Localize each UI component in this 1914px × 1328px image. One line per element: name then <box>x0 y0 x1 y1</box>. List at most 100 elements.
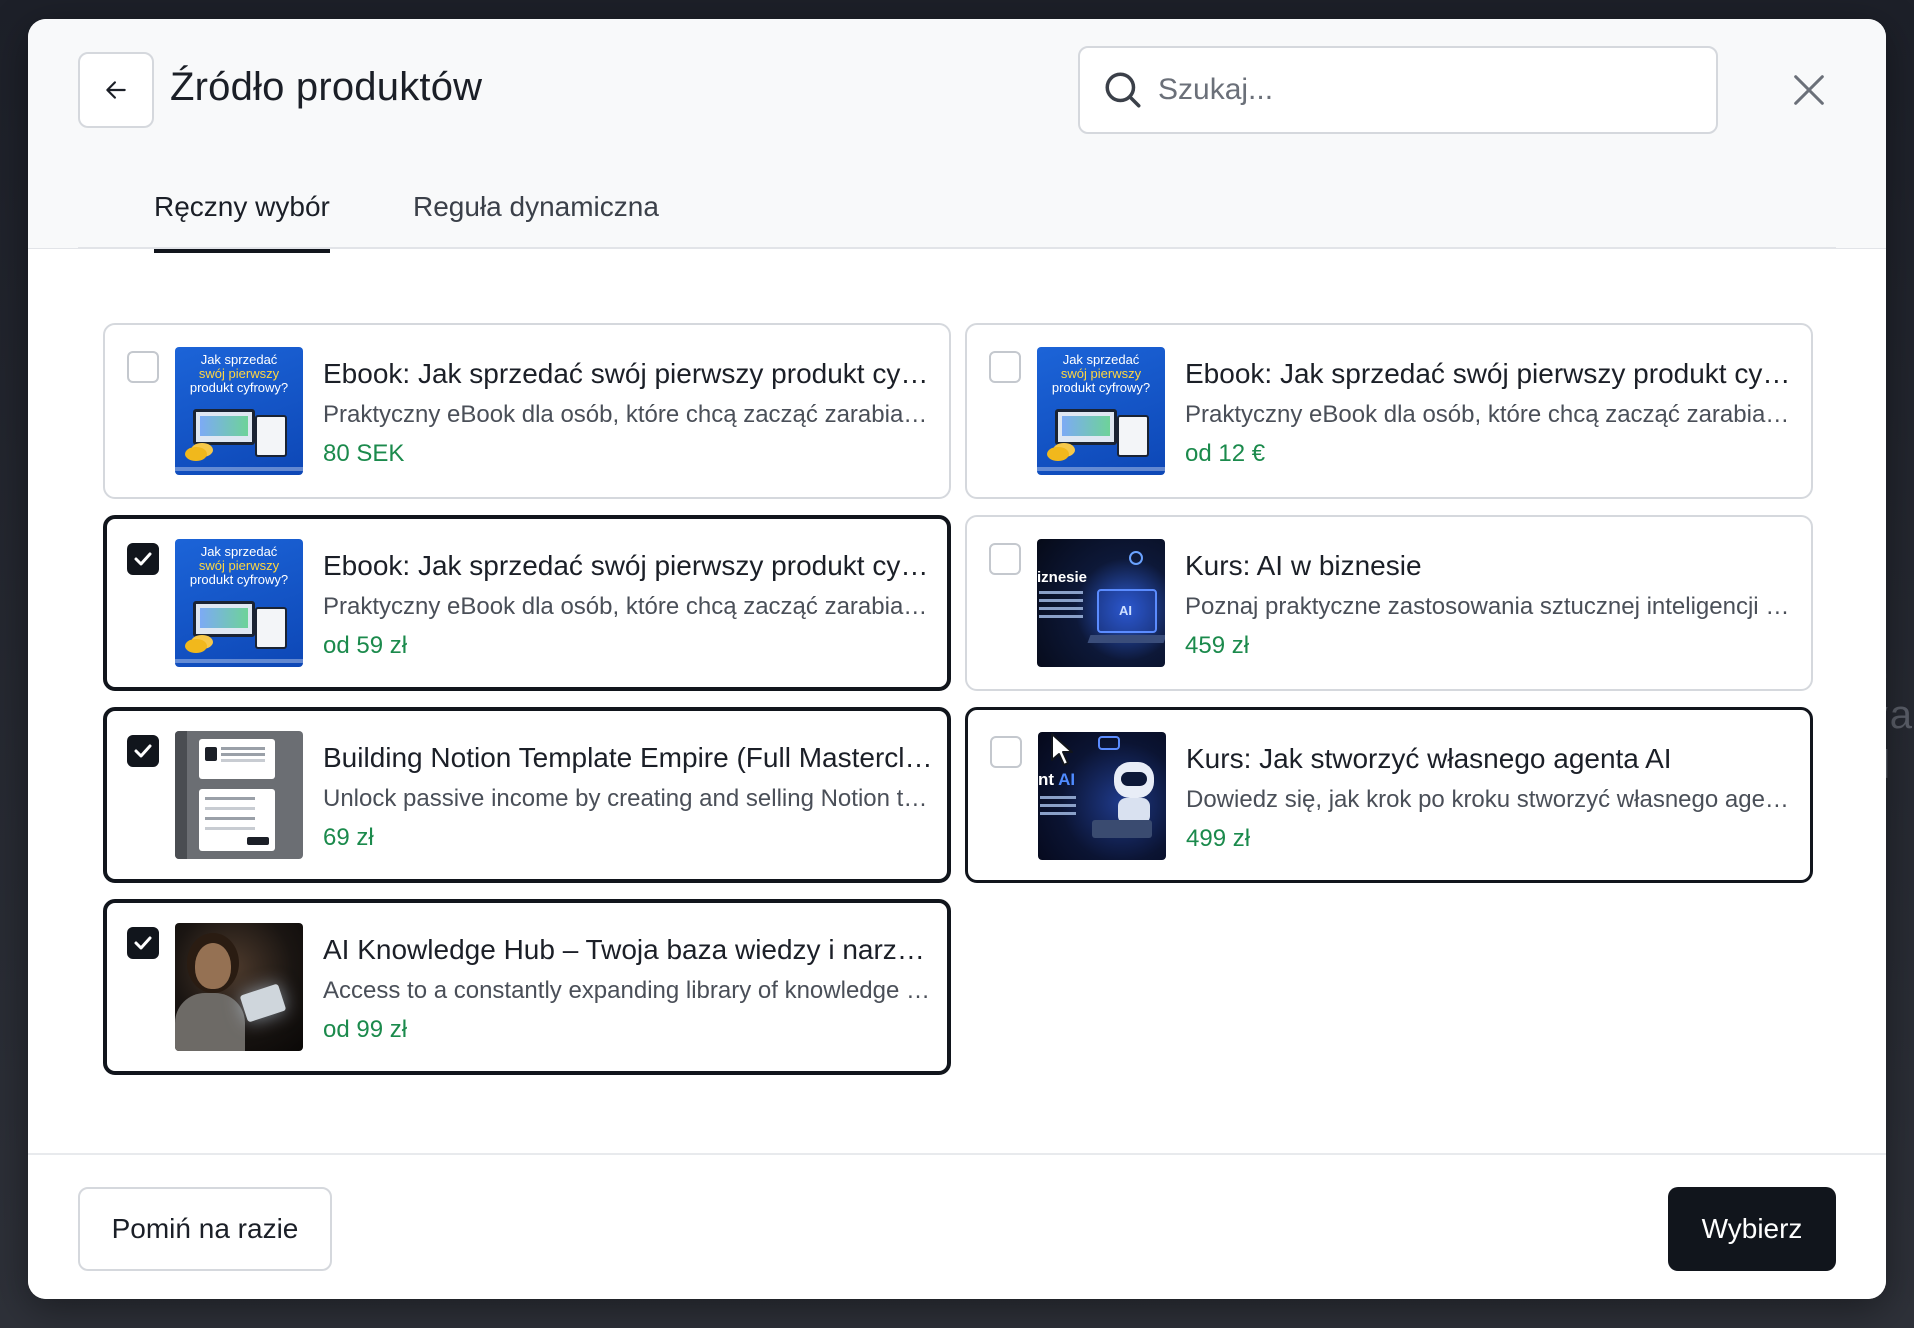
product-card[interactable]: Jak sprzedać swój pierwszy produkt cyfrowy… <box>103 323 951 499</box>
tab-dynamic-rule[interactable]: Reguła dynamiczna <box>413 191 659 249</box>
product-description: Unlock passive income by creating and se… <box>323 785 933 812</box>
modal-footer: Pomiń na razie Wybierz <box>28 1153 1886 1299</box>
close-button[interactable] <box>1784 65 1834 115</box>
thumbnail-text: nt AI <box>1038 770 1075 790</box>
sidebar-graphic <box>175 731 187 859</box>
thumbnail-text-line: produkt cyfrowy? <box>1051 380 1151 395</box>
product-thumbnail <box>175 731 303 859</box>
thumbnail-text-line: Jak sprzedać <box>1062 352 1140 367</box>
thumbnail-text: Jak sprzedać swój pierwszy produkt cyfrowy… <box>1037 353 1165 395</box>
thumbnail-text: iznesie <box>1037 569 1088 586</box>
product-name: AI Knowledge Hub – Twoja baza wiedzy i n… <box>323 934 933 965</box>
thumbnail-text-line: Jak sprzedać <box>200 352 278 367</box>
product-checkbox[interactable] <box>990 736 1022 768</box>
product-price: 80 SEK <box>323 440 405 467</box>
product-price: od 12 € <box>1185 440 1266 467</box>
laptop-graphic <box>193 409 255 445</box>
text-lines-graphic <box>1040 796 1076 799</box>
thumbnail-text-part: nt <box>1038 770 1059 789</box>
text-lines-graphic <box>1039 591 1083 594</box>
tablet-graphic <box>239 983 287 1023</box>
thumbnail-text: Jak sprzedać swój pierwszy produkt cyfrowy… <box>175 353 303 395</box>
document-graphic <box>199 739 275 779</box>
product-price: od 99 zł <box>323 1016 408 1043</box>
product-checkbox[interactable] <box>989 351 1021 383</box>
modal-title: Źródło produktów <box>170 65 483 109</box>
product-description: Poznaj praktyczne zastosowania sztucznej… <box>1185 593 1795 620</box>
mouse-cursor-icon <box>1051 733 1073 766</box>
product-card[interactable]: Building Notion Template Empire (Full Ma… <box>103 707 951 883</box>
coins-graphic <box>185 639 207 653</box>
product-thumbnail: Jak sprzedać swój pierwszy produkt cyfrowy… <box>1037 347 1165 475</box>
checkmark-icon <box>134 552 152 566</box>
product-description: Access to a constantly expanding library… <box>323 977 933 1004</box>
tab-bar: Ręczny wybór Reguła dynamiczna <box>78 179 1836 253</box>
product-info: AI Knowledge Hub – Twoja baza wiedzy i n… <box>323 931 933 1049</box>
laptop-graphic <box>1055 409 1117 445</box>
tab-manual-selection[interactable]: Ręczny wybór <box>154 191 330 253</box>
thumbnail-text-line: swój pierwszy <box>198 366 280 381</box>
choose-button[interactable]: Wybierz <box>1668 1187 1836 1271</box>
thumbnail-text: Jak sprzedać swój pierwszy produkt cyfrowy… <box>175 545 303 587</box>
thumbnail-text-line: produkt cyfrowy? <box>189 572 289 587</box>
product-thumbnail <box>175 923 303 1051</box>
product-card[interactable]: nt AI Kurs: Jak stworzyć własnego agenta… <box>965 707 1813 883</box>
coins-graphic <box>1047 447 1069 461</box>
product-thumbnail: Jak sprzedać swój pierwszy produkt cyfrowy… <box>175 347 303 475</box>
form-graphic <box>199 789 275 851</box>
arrow-left-icon <box>106 81 126 99</box>
thumbnail-footer <box>175 467 303 471</box>
product-info: Kurs: AI w biznesie Poznaj praktyczne za… <box>1185 547 1795 665</box>
thumbnail-text-part: AI <box>1058 770 1076 789</box>
thumbnail-text-line: Jak sprzedać <box>200 544 278 559</box>
product-checkbox[interactable] <box>127 735 159 767</box>
product-info: Kurs: Jak stworzyć własnego agenta AI Do… <box>1186 740 1796 858</box>
search-input[interactable] <box>1158 48 1698 132</box>
thumbnail-footer <box>1037 467 1165 471</box>
product-info: Ebook: Jak sprzedać swój pierwszy produk… <box>1185 355 1795 473</box>
product-checkbox[interactable] <box>127 927 159 959</box>
thumbnail-text-line: produkt cyfrowy? <box>189 380 289 395</box>
close-icon <box>1794 75 1824 105</box>
product-name: Kurs: Jak stworzyć własnego agenta AI <box>1186 743 1672 774</box>
product-price: 69 zł <box>323 824 374 851</box>
chat-bubble-graphic <box>1098 736 1120 750</box>
face-graphic <box>195 943 231 989</box>
search-box[interactable] <box>1078 46 1718 134</box>
product-card[interactable]: Jak sprzedać swój pierwszy produkt cyfrowy… <box>965 323 1813 499</box>
checkmark-icon <box>134 936 152 950</box>
thumbnail-text-line: swój pierwszy <box>1060 366 1142 381</box>
product-info: Ebook: Jak sprzedać swój pierwszy produk… <box>323 355 933 473</box>
laptop-graphic <box>1092 820 1152 838</box>
back-button[interactable] <box>78 52 154 128</box>
product-price: od 59 zł <box>323 632 408 659</box>
thumbnail-text-line: swój pierwszy <box>198 558 280 573</box>
product-name: Ebook: Jak sprzedać swój pierwszy produk… <box>323 550 933 581</box>
product-thumbnail: Jak sprzedać swój pierwszy produkt cyfrowy… <box>175 539 303 667</box>
product-card[interactable]: iznesie Kurs: AI w biznesie Poznaj prakt… <box>965 515 1813 691</box>
product-price: 459 zł <box>1185 632 1250 659</box>
skip-button[interactable]: Pomiń na razie <box>78 1187 332 1271</box>
tablet-graphic <box>255 415 287 457</box>
product-info: Building Notion Template Empire (Full Ma… <box>323 739 933 857</box>
coins-graphic <box>185 447 207 461</box>
product-description: Dowiedz się, jak krok po kroku stworzyć … <box>1186 786 1796 813</box>
product-checkbox[interactable] <box>989 543 1021 575</box>
product-description: Praktyczny eBook dla osób, które chcą za… <box>1185 401 1795 428</box>
modal-header: Źródło produktów Ręczny wybór Reguła dyn… <box>28 19 1886 253</box>
product-card[interactable]: AI Knowledge Hub – Twoja baza wiedzy i n… <box>103 899 951 1075</box>
product-name: Ebook: Jak sprzedać swój pierwszy produk… <box>1185 358 1795 389</box>
product-source-modal: Źródło produktów Ręczny wybór Reguła dyn… <box>28 19 1886 1299</box>
tablet-graphic <box>255 607 287 649</box>
tablet-graphic <box>1117 415 1149 457</box>
product-checkbox[interactable] <box>127 351 159 383</box>
target-graphic <box>1129 551 1143 565</box>
laptop-base-graphic <box>1087 635 1165 643</box>
product-info: Ebook: Jak sprzedać swój pierwszy produk… <box>323 547 933 665</box>
product-description: Praktyczny eBook dla osób, które chcą za… <box>323 593 933 620</box>
checkmark-icon <box>134 744 152 758</box>
robot-head-graphic <box>1114 762 1154 798</box>
product-checkbox[interactable] <box>127 543 159 575</box>
search-icon <box>1105 72 1141 108</box>
product-card[interactable]: Jak sprzedać swój pierwszy produkt cyfrowy… <box>103 515 951 691</box>
